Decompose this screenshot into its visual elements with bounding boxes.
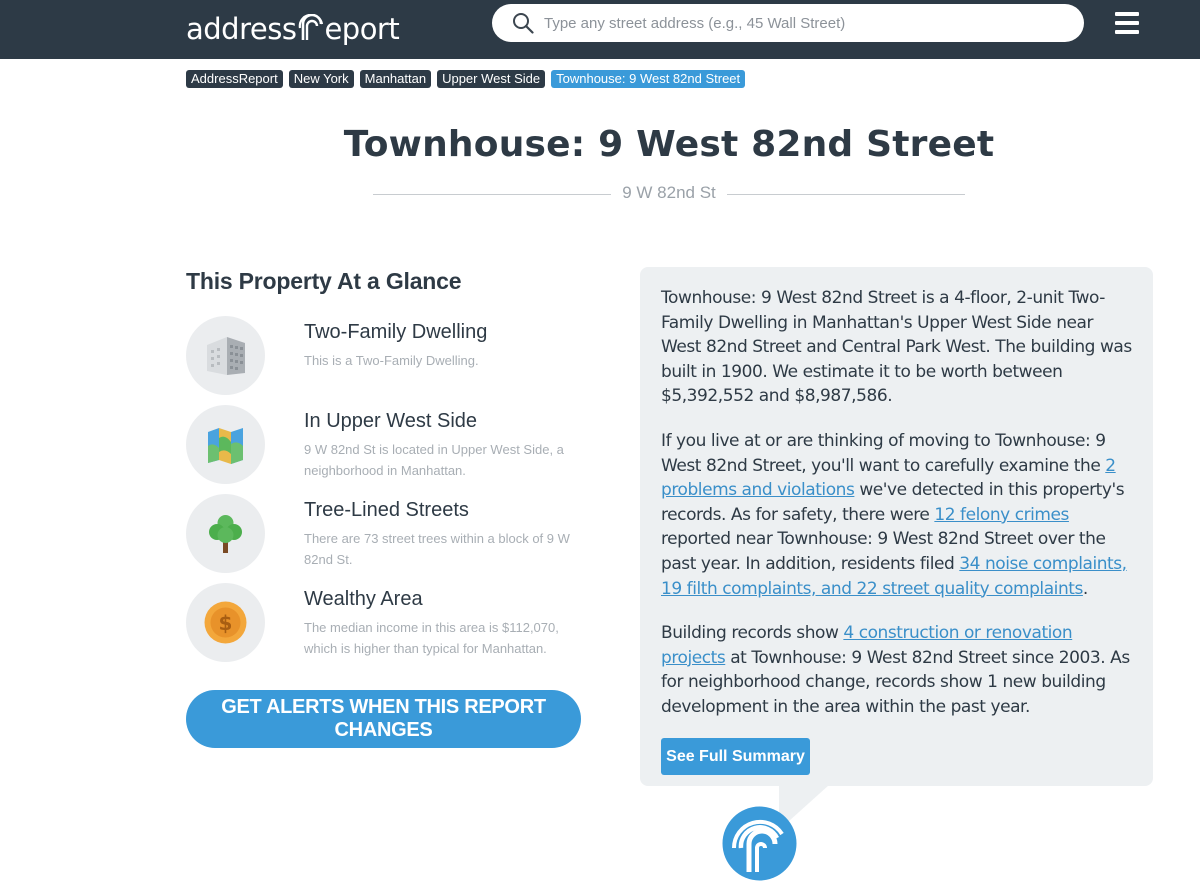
breadcrumb-item-addressreport[interactable]: AddressReport xyxy=(186,70,283,88)
map-icon xyxy=(208,428,243,464)
breadcrumb: AddressReport New York Manhattan Upper W… xyxy=(186,70,746,88)
search-icon xyxy=(513,13,534,34)
hamburger-menu-icon[interactable] xyxy=(1113,10,1143,36)
summary-paragraph-1: Townhouse: 9 West 82nd Street is a 4-flo… xyxy=(661,288,1132,407)
page-subtitle: 9 W 82nd St xyxy=(622,183,716,202)
summary-text: Building records show xyxy=(661,623,844,643)
feature-icon-circle xyxy=(186,494,265,573)
logo-text-address: address xyxy=(186,12,297,46)
breadcrumb-item-new-york[interactable]: New York xyxy=(288,70,354,88)
feature-tree-lined-streets: Tree-Lined Streets There are 73 street t… xyxy=(186,494,606,574)
dollar-coin-icon: $ xyxy=(204,601,247,644)
breadcrumb-item-upper-west-side[interactable]: Upper West Side xyxy=(437,70,546,88)
addressreport-badge-icon xyxy=(722,806,797,881)
summary-text: If you live at or are thinking of moving… xyxy=(661,431,1106,476)
summary-panel: Townhouse: 9 West 82nd Street is a 4-flo… xyxy=(640,267,1153,786)
feature-title: Wealthy Area xyxy=(304,588,423,610)
tree-icon xyxy=(209,515,242,553)
feature-title: Tree-Lined Streets xyxy=(304,499,469,521)
subtitle-row: 9 W 82nd St xyxy=(373,183,965,205)
page-title: Townhouse: 9 West 82nd Street xyxy=(343,124,995,165)
feature-description: There are 73 street trees within a block… xyxy=(304,531,570,567)
logo-signal-icon xyxy=(299,14,324,40)
feature-icon-circle xyxy=(186,405,265,484)
site-logo[interactable]: address eport xyxy=(186,9,400,49)
summary-paragraph-3: Building records show 4 construction or … xyxy=(661,621,1136,719)
feature-title: In Upper West Side xyxy=(304,410,478,432)
feature-title: Two-Family Dwelling xyxy=(304,321,488,343)
feature-two-family-dwelling: Two-Family Dwelling This is a Two-Family… xyxy=(186,316,606,396)
summary-text: at Townhouse: 9 West 82nd Street since 2… xyxy=(661,647,1130,717)
breadcrumb-item-manhattan[interactable]: Manhattan xyxy=(359,70,432,88)
logo-text-report: eport xyxy=(324,12,400,46)
building-icon xyxy=(207,337,245,375)
feature-icon-circle: $ xyxy=(186,583,265,662)
top-navigation-bar: address eport xyxy=(0,0,1200,59)
divider-right xyxy=(727,194,965,195)
felony-crimes-link[interactable]: 12 felony crimes xyxy=(934,505,1069,525)
summary-paragraph-2: If you live at or are thinking of moving… xyxy=(661,429,1136,601)
feature-icon-circle xyxy=(186,316,265,395)
glance-heading: This Property At a Glance xyxy=(186,268,462,294)
feature-wealthy-area: $ Wealthy Area The median income in this… xyxy=(186,583,606,663)
svg-text:$: $ xyxy=(219,611,233,635)
feature-description: 9 W 82nd St is located in Upper West Sid… xyxy=(304,442,564,478)
feature-description: This is a Two-Family Dwelling. xyxy=(304,353,479,368)
address-search-box[interactable] xyxy=(492,4,1084,42)
breadcrumb-item-current[interactable]: Townhouse: 9 West 82nd Street xyxy=(551,70,746,88)
address-search-input[interactable] xyxy=(544,4,1064,42)
feature-description: The median income in this area is $112,0… xyxy=(304,620,559,656)
summary-text: . xyxy=(1082,578,1088,599)
see-full-summary-button[interactable]: See Full Summary xyxy=(661,738,810,775)
get-alerts-button[interactable]: GET ALERTS WHEN THIS REPORT CHANGES xyxy=(186,690,581,748)
feature-in-upper-west-side: In Upper West Side 9 W 82nd St is locate… xyxy=(186,405,606,485)
